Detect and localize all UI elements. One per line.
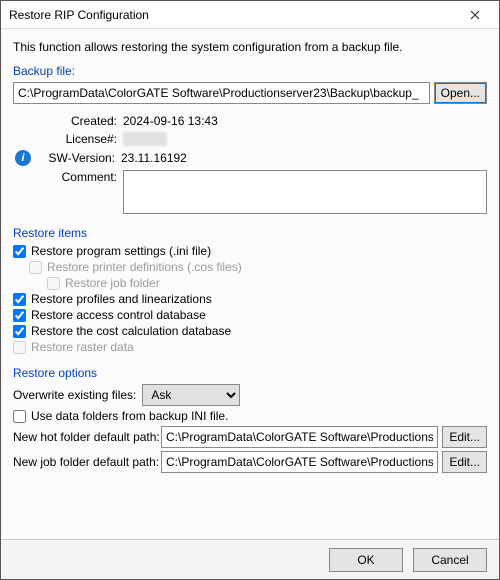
titlebar: Restore RIP Configuration (1, 1, 499, 29)
restore-profiles[interactable]: Restore profiles and linearizations (13, 292, 487, 306)
restore-program-settings[interactable]: Restore program settings (.ini file) (13, 244, 487, 258)
close-icon[interactable] (457, 2, 493, 28)
created-value: 2024-09-16 13:43 (123, 114, 218, 128)
window-title: Restore RIP Configuration (9, 8, 457, 22)
hot-folder-label: New hot folder default path: (13, 430, 161, 444)
comment-input[interactable] (123, 170, 487, 214)
info-icon: i (15, 150, 31, 166)
job-folder-label: New job folder default path: (13, 455, 161, 469)
license-value-redacted (123, 132, 167, 146)
dialog-content: This function allows restoring the syste… (1, 29, 499, 539)
use-ini-folders-checkbox[interactable] (13, 410, 26, 423)
version-label: SW-Version: (35, 151, 115, 165)
restore-printer-defs-checkbox (29, 261, 42, 274)
restore-program-settings-checkbox[interactable] (13, 245, 26, 258)
job-folder-input[interactable] (161, 451, 438, 473)
restore-profiles-checkbox[interactable] (13, 293, 26, 306)
comment-label: Comment: (37, 170, 117, 184)
restore-raster-data-checkbox (13, 341, 26, 354)
dialog-window: Restore RIP Configuration This function … (0, 0, 500, 580)
backup-meta: Created: 2024-09-16 13:43 License#: i SW… (37, 114, 487, 214)
restore-items-header: Restore items (13, 226, 487, 240)
overwrite-select[interactable]: Ask (142, 384, 240, 406)
dialog-footer: OK Cancel (1, 539, 499, 579)
overwrite-label: Overwrite existing files: (13, 388, 136, 402)
cancel-button[interactable]: Cancel (413, 548, 487, 572)
hot-folder-input[interactable] (161, 426, 438, 448)
restore-cost-calc[interactable]: Restore the cost calculation database (13, 324, 487, 338)
restore-cost-calc-checkbox[interactable] (13, 325, 26, 338)
restore-options-header: Restore options (13, 366, 487, 380)
edit-hot-folder-button[interactable]: Edit... (442, 426, 487, 448)
backup-file-input[interactable] (13, 82, 430, 104)
edit-job-folder-button[interactable]: Edit... (442, 451, 487, 473)
restore-access-control[interactable]: Restore access control database (13, 308, 487, 322)
intro-text: This function allows restoring the syste… (13, 40, 487, 54)
restore-raster-data: Restore raster data (13, 340, 487, 354)
restore-printer-defs: Restore printer definitions (.cos files) (29, 260, 487, 274)
version-value: 23.11.16192 (121, 151, 187, 165)
restore-job-folder-checkbox (47, 277, 60, 290)
use-ini-folders[interactable]: Use data folders from backup INI file. (13, 409, 487, 423)
created-label: Created: (37, 114, 117, 128)
backup-file-label: Backup file: (13, 64, 487, 78)
license-label: License#: (37, 132, 117, 146)
restore-access-control-checkbox[interactable] (13, 309, 26, 322)
ok-button[interactable]: OK (329, 548, 403, 572)
restore-job-folder: Restore job folder (47, 276, 487, 290)
open-button[interactable]: Open... (434, 82, 487, 104)
